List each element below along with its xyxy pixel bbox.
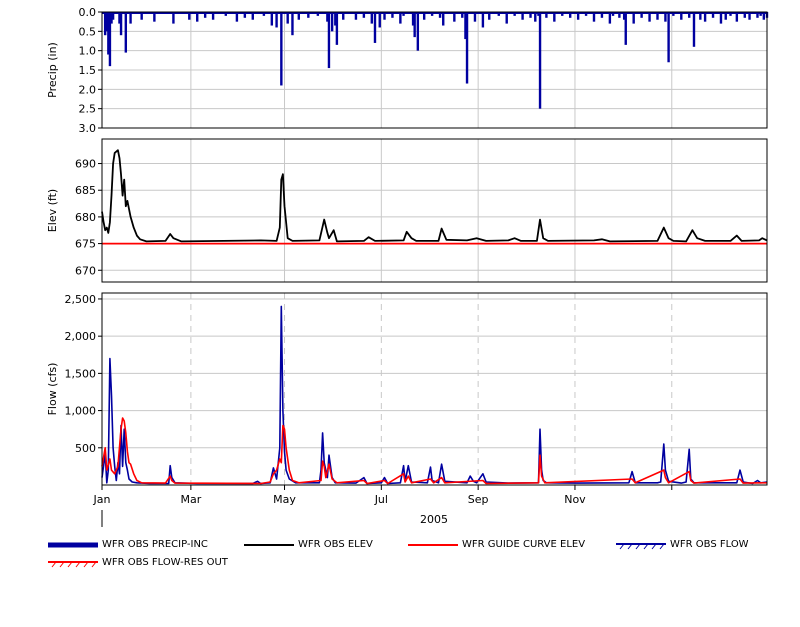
- y-tick-label: 0.5: [79, 25, 97, 38]
- y-tick-label: 1.5: [79, 64, 97, 77]
- x-tick-label: Jul: [374, 493, 388, 506]
- y-tick-label: 2,000: [65, 330, 97, 343]
- y-tick-label: 1,500: [65, 367, 97, 380]
- legend-swatch-flow: [616, 543, 666, 550]
- legend: WFR OBS PRECIP-INC WFR OBS ELEV WFR GUID…: [0, 534, 800, 584]
- legend-swatch-res-out: [48, 561, 98, 568]
- y-tick-label: 670: [75, 264, 96, 277]
- precip-bar: [416, 12, 420, 51]
- y-tick-label: 690: [75, 158, 96, 171]
- x-tick-label: Mar: [180, 493, 201, 506]
- panel-flow: 500 1,000 1,500 2,000 2,500 Flow (cfs): [46, 292, 768, 486]
- precip-bar: [291, 12, 294, 36]
- y-tick-label: 3.0: [79, 122, 97, 135]
- x-axis: Jan Mar May Jul Sep Nov 2005: [93, 485, 673, 527]
- precip-bar: [373, 12, 377, 43]
- precip-bar: [465, 12, 469, 84]
- legend-swatch-precip: [48, 542, 98, 548]
- legend-label-res-out: WFR OBS FLOW-RES OUT: [102, 557, 228, 568]
- precip-bar: [413, 12, 416, 38]
- panel-precipitation: 0.0 0.5 1.0 1.5 2.0 2.5 3.0 Precip (in): [46, 6, 769, 135]
- legend-label-elev: WFR OBS ELEV: [298, 539, 373, 550]
- x-tick-label: Nov: [564, 493, 586, 506]
- precip-bar: [692, 12, 696, 47]
- y-axis-label: Flow (cfs): [46, 363, 59, 416]
- y-tick-label: 2,500: [65, 293, 97, 306]
- legend-label-precip: WFR OBS PRECIP-INC: [102, 539, 208, 550]
- y-axis-label: Elev (ft): [46, 189, 59, 232]
- x-tick-label: May: [273, 493, 296, 506]
- precip-bar: [275, 12, 278, 28]
- legend-swatch-elev: [244, 544, 294, 546]
- y-tick-label: 0.0: [79, 6, 97, 19]
- y-tick-label: 2.5: [79, 103, 97, 116]
- precip-bar: [481, 12, 485, 28]
- y-tick-label: 1.0: [79, 45, 97, 58]
- x-axis-label: 2005: [420, 513, 448, 526]
- precip-bar: [667, 12, 670, 63]
- legend-label-flow: WFR OBS FLOW: [670, 539, 749, 550]
- y-tick-label: 500: [75, 442, 96, 455]
- y-tick-label: 1,000: [65, 405, 97, 418]
- y-tick-label: 685: [75, 184, 96, 197]
- y-tick-label: 675: [75, 238, 96, 251]
- x-tick-label: Sep: [468, 493, 489, 506]
- y-tick-label: 680: [75, 211, 96, 224]
- panel-elevation: 670 675 680 685 690 Elev (ft): [46, 138, 768, 283]
- precip-bar: [327, 12, 331, 69]
- x-tick-label: Jan: [93, 493, 111, 506]
- y-tick-label: 2.0: [79, 83, 97, 96]
- precip-bar: [624, 12, 627, 45]
- precip-bar: [270, 12, 274, 26]
- legend-label-guide-curve: WFR GUIDE CURVE ELEV: [462, 539, 586, 550]
- precip-bar: [378, 12, 381, 28]
- precip-bar: [119, 12, 123, 36]
- hydrology-chart: 0.0 0.5 1.0 1.5 2.0 2.5 3.0 Precip (in) 670 675 68…: [46, 6, 769, 527]
- precip-bar: [280, 12, 283, 86]
- precip-bar: [124, 12, 128, 53]
- precip-bar: [538, 12, 542, 109]
- plot-area: [102, 293, 767, 485]
- precip-bar: [442, 12, 445, 26]
- precip-bar: [330, 12, 334, 32]
- precip-bar: [335, 12, 339, 45]
- y-axis-label: Precip (in): [46, 42, 59, 98]
- legend-swatch-guide-curve: [408, 544, 458, 546]
- plot-area: [102, 139, 767, 282]
